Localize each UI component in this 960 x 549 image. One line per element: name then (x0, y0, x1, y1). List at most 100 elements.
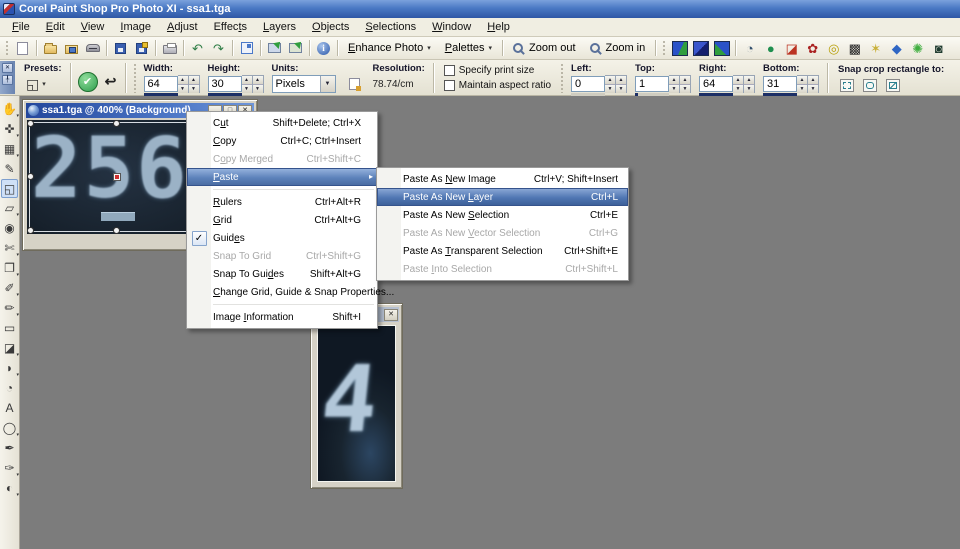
paint-brush-tool[interactable]: ✏▾ (1, 298, 18, 318)
crop-handle[interactable] (113, 120, 120, 127)
right-value-slider[interactable] (699, 93, 733, 96)
toolbar-grip[interactable] (560, 63, 564, 93)
top-input[interactable] (635, 76, 669, 92)
flood-fill-tool[interactable]: ◗▾ (1, 358, 18, 378)
menu-item-paste-as-new-image[interactable]: Paste As New ImageCtrl+V; Shift+Insert (377, 170, 628, 188)
right-spinner[interactable]: ▲▼ (733, 75, 744, 93)
crop-tool[interactable]: ◱ (1, 179, 18, 198)
right-slider-spinner[interactable]: ▲▼ (744, 75, 755, 93)
selection-tool[interactable]: ▦▾ (1, 139, 18, 159)
palette-grip[interactable]: ✕ ╀ (0, 61, 15, 94)
specify-print-size-checkbox[interactable] (444, 65, 455, 76)
menu-effects[interactable]: Effects (206, 18, 255, 36)
spin-up-button[interactable]: ▲ (669, 76, 679, 85)
menu-selections[interactable]: Selections (357, 18, 424, 36)
menu-item-guides[interactable]: ✓Guides (187, 229, 377, 247)
spin-up-button[interactable]: ▲ (680, 76, 690, 85)
image-canvas-2[interactable]: 4 (318, 326, 395, 481)
menu-objects[interactable]: Objects (304, 18, 357, 36)
effect-sparkle-button[interactable]: ✶ (865, 38, 886, 58)
palette-pin-button[interactable]: ╀ (2, 75, 13, 85)
print-button[interactable] (159, 38, 180, 58)
effect-page-curl-button[interactable]: ◪ (781, 38, 802, 58)
height-value-slider[interactable] (208, 93, 242, 96)
effect-preset-3-button[interactable] (711, 38, 732, 58)
menu-layers[interactable]: Layers (255, 18, 304, 36)
bottom-slider-spinner[interactable]: ▲▼ (808, 75, 819, 93)
menu-adjust[interactable]: Adjust (159, 18, 206, 36)
effect-burst-button[interactable]: ✺ (907, 38, 928, 58)
dropdown-arrow-icon[interactable]: ▼ (320, 76, 335, 92)
spin-down-button[interactable]: ▼ (808, 85, 818, 93)
new-document-button[interactable] (12, 38, 33, 58)
enhance-photo-button[interactable]: Enhance Photo ▾ (341, 42, 438, 54)
redo-button[interactable]: ↷ (208, 38, 229, 58)
effect-globe-button[interactable]: ◔ (739, 38, 760, 58)
top-slider-spinner[interactable]: ▲▼ (680, 75, 691, 93)
menu-item-paste-as-transparent-selection[interactable]: Paste As Transparent SelectionCtrl+Shift… (377, 242, 628, 260)
background-eraser-tool[interactable]: ◪▾ (1, 338, 18, 358)
spin-up-button[interactable]: ▲ (253, 76, 263, 85)
crop-handle[interactable] (27, 120, 34, 127)
palettes-button[interactable]: Palettes ▾ (438, 42, 499, 54)
clone-brush-tool[interactable]: ❐▾ (1, 258, 18, 278)
spin-up-button[interactable]: ▲ (189, 76, 199, 85)
height-input[interactable] (208, 76, 242, 92)
spin-up-button[interactable]: ▲ (242, 76, 252, 85)
menu-item-paste-into-selection[interactable]: Paste Into SelectionCtrl+Shift+L (377, 260, 628, 278)
width-slider-spinner[interactable]: ▲▼ (189, 75, 200, 93)
menu-edit[interactable]: Edit (38, 18, 73, 36)
spin-down-button[interactable]: ▼ (616, 85, 626, 93)
snap-layer-opaque-icon[interactable] (863, 79, 877, 92)
left-slider-spinner[interactable]: ▲▼ (616, 75, 627, 93)
clear-crop-button[interactable]: ↩ (101, 72, 121, 92)
effect-ring-button[interactable]: ◙ (928, 38, 949, 58)
save-button[interactable] (110, 38, 131, 58)
zoom-in-button[interactable]: Zoom in (583, 42, 653, 54)
spin-down-button[interactable]: ▼ (733, 85, 743, 93)
makeover-tool[interactable]: ✄▾ (1, 238, 18, 258)
save-as-button[interactable] (131, 38, 152, 58)
presets-button[interactable]: ◱ ▾ (24, 75, 62, 94)
effect-sphere-button[interactable]: ● (760, 38, 781, 58)
effect-preset-1-button[interactable] (669, 38, 690, 58)
menu-item-paste-as-new-selection[interactable]: Paste As New SelectionCtrl+E (377, 206, 628, 224)
left-spinner[interactable]: ▲▼ (605, 75, 616, 93)
toolbar-grip[interactable] (662, 40, 666, 56)
undo-button[interactable]: ↶ (187, 38, 208, 58)
art-media-tool[interactable]: ◐▾ (1, 478, 18, 498)
move-tool[interactable]: ✜▾ (1, 119, 18, 139)
import-twain-button[interactable] (264, 38, 285, 58)
palette-close-button[interactable]: ✕ (2, 63, 13, 73)
effect-donut-button[interactable]: ◎ (823, 38, 844, 58)
menu-item-image-information[interactable]: Image InformationShift+I (187, 308, 377, 326)
menu-item-snap-to-grid[interactable]: Snap To GridCtrl+Shift+G (187, 247, 377, 265)
spin-down-button[interactable]: ▼ (189, 85, 199, 93)
menu-item-snap-to-guides[interactable]: Snap To GuidesShift+Alt+G (187, 265, 377, 283)
menu-item-paste-as-new-layer[interactable]: Paste As New LayerCtrl+L (377, 188, 628, 206)
snap-merged-opaque-icon[interactable] (886, 79, 900, 92)
text-tool[interactable]: A (1, 398, 18, 418)
crop-handle[interactable] (27, 173, 34, 180)
spin-up-button[interactable]: ▲ (808, 76, 818, 85)
bottom-input[interactable] (763, 76, 797, 92)
spin-down-button[interactable]: ▼ (669, 85, 679, 93)
swap-dimensions-button[interactable] (344, 74, 365, 94)
pan-tool[interactable]: ✋▾ (1, 99, 18, 119)
menu-item-copy[interactable]: CopyCtrl+C; Ctrl+Insert (187, 132, 377, 150)
scan-button[interactable] (82, 38, 103, 58)
info-button[interactable] (313, 38, 334, 58)
spin-up-button[interactable]: ▲ (605, 76, 615, 85)
app-titlebar[interactable]: Corel Paint Shop Pro Photo XI - ssa1.tga (0, 0, 960, 18)
menu-item-change-grid-guide-snap-properties[interactable]: Change Grid, Guide & Snap Properties... (187, 283, 377, 301)
menu-item-copy-merged[interactable]: Copy MergedCtrl+Shift+C (187, 150, 377, 168)
spin-up-button[interactable]: ▲ (744, 76, 754, 85)
effect-swirl-button[interactable]: ✿ (802, 38, 823, 58)
scratch-remover-tool[interactable]: ✐▾ (1, 278, 18, 298)
crop-pivot-marker[interactable] (113, 173, 121, 181)
spin-up-button[interactable]: ▲ (178, 76, 188, 85)
width-input[interactable] (144, 76, 178, 92)
apply-crop-button[interactable]: ✔ (78, 72, 98, 92)
preset-shape-tool[interactable]: ◯▾ (1, 418, 18, 438)
open-folder-button[interactable] (40, 38, 61, 58)
